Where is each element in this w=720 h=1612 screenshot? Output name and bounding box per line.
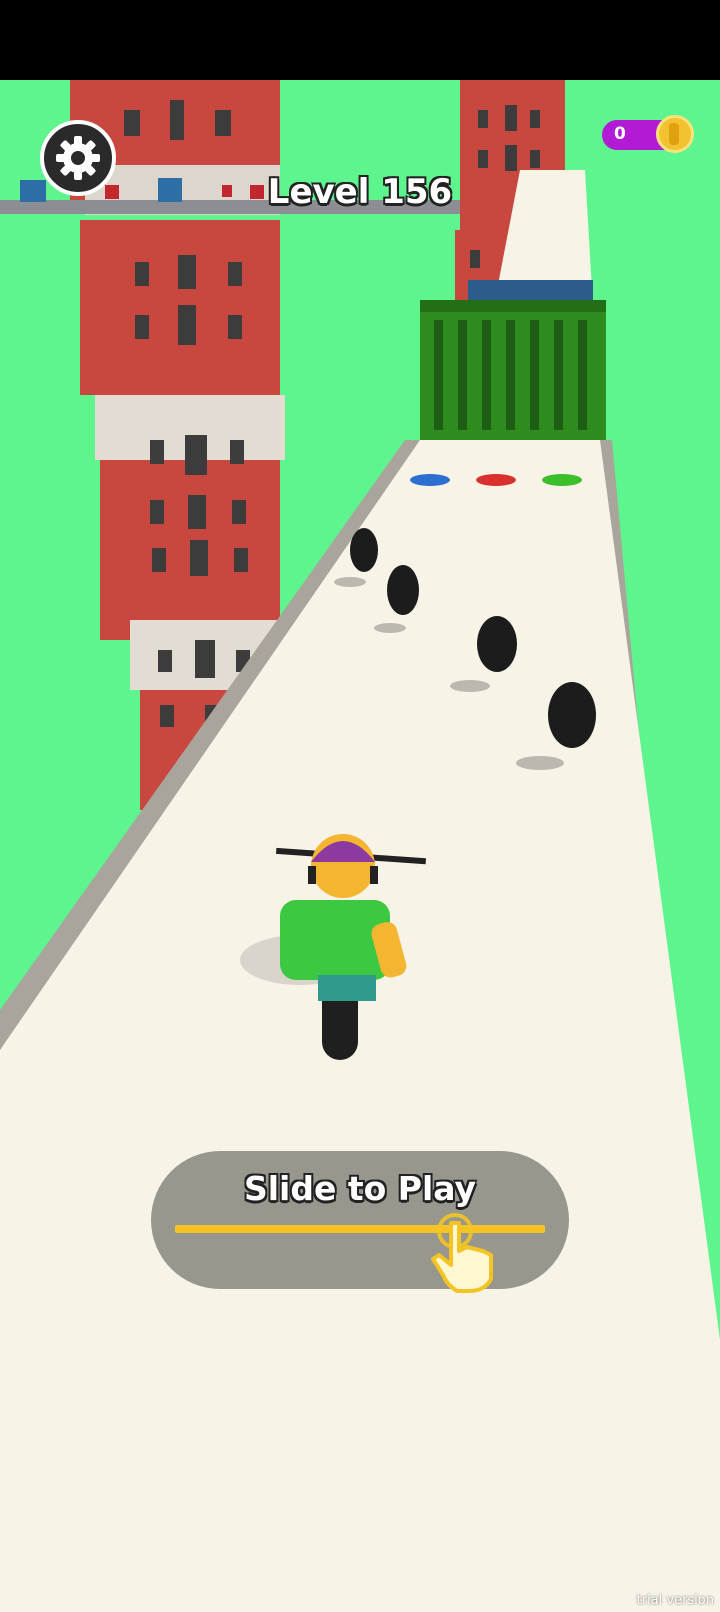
tap-hand-icon — [431, 1213, 493, 1293]
watermark: trial version — [636, 1593, 714, 1608]
slide-to-play-panel[interactable]: Slide to Play — [151, 1151, 569, 1289]
settings-button[interactable] — [40, 120, 116, 196]
game-scene[interactable] — [0, 80, 720, 1612]
coin-count: 0 — [614, 124, 626, 144]
status-bar — [0, 0, 720, 80]
coin-icon — [656, 115, 694, 153]
level-label: Level 156 — [267, 172, 453, 212]
gear-icon — [56, 136, 100, 180]
slide-to-play-label: Slide to Play — [243, 1169, 477, 1208]
road-switches — [410, 474, 582, 486]
green-gate — [420, 300, 606, 442]
